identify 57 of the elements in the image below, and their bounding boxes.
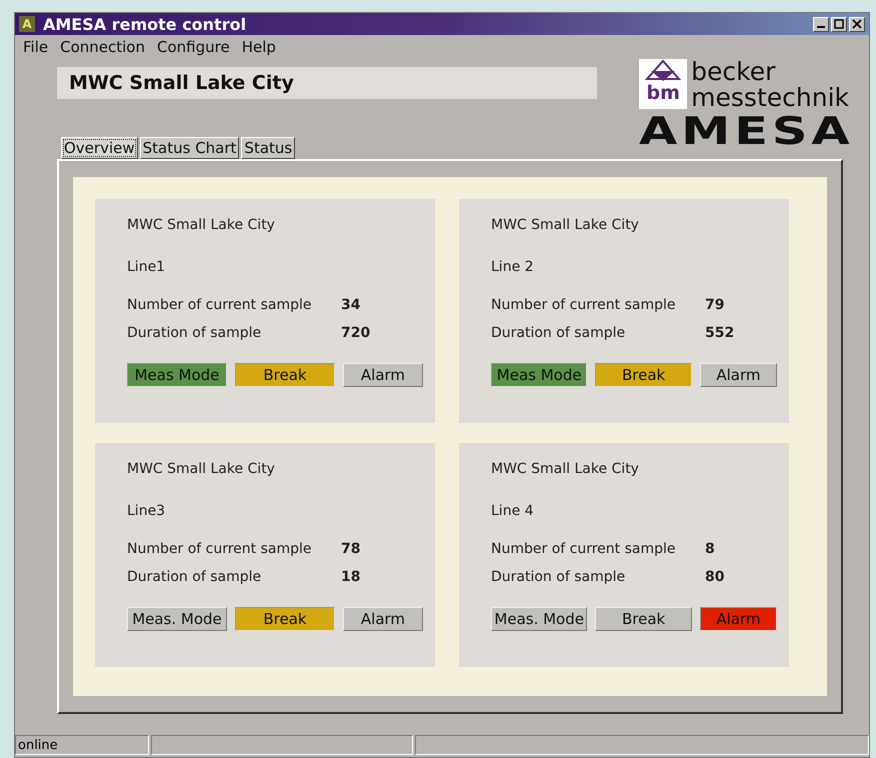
line-label: Line1 bbox=[127, 259, 166, 275]
field-label: Duration of sample bbox=[491, 569, 626, 585]
tab[interactable]: Status bbox=[241, 137, 296, 159]
field-label: Duration of sample bbox=[491, 325, 626, 341]
tab[interactable]: Status Chart bbox=[140, 137, 240, 159]
status-indicator: Meas Mode bbox=[491, 363, 588, 387]
status-indicator: Alarm bbox=[342, 607, 423, 631]
menu-item[interactable]: Help bbox=[242, 38, 276, 56]
line-label: Line 4 bbox=[491, 503, 535, 519]
field-value: 8 bbox=[705, 541, 716, 557]
close-button[interactable] bbox=[849, 16, 865, 32]
status-text: online bbox=[15, 735, 149, 755]
logo-mark: bm bbox=[639, 59, 688, 109]
menu-item[interactable]: Configure bbox=[156, 38, 230, 56]
field-label: Number of current sample bbox=[127, 541, 312, 557]
status-indicator: Break bbox=[234, 363, 335, 387]
field-value: 78 bbox=[341, 541, 362, 557]
status-indicator: Alarm bbox=[700, 607, 777, 631]
window-title: AMESA remote control bbox=[43, 14, 248, 34]
field-label: Duration of sample bbox=[127, 569, 262, 585]
status-indicator: Break bbox=[595, 607, 692, 631]
status-indicator: Break bbox=[234, 607, 335, 631]
field-value: 552 bbox=[705, 325, 736, 341]
status-indicator: Alarm bbox=[700, 363, 777, 387]
site-name-field: MWC Small Lake City bbox=[57, 67, 597, 99]
maximize-icon bbox=[834, 19, 844, 29]
status-indicator: Break bbox=[595, 363, 692, 387]
menu-item[interactable]: File bbox=[23, 38, 48, 56]
status-indicator: Meas Mode bbox=[127, 363, 227, 387]
tab[interactable]: Overview bbox=[61, 137, 138, 159]
product-logo: AMESA bbox=[639, 113, 854, 149]
minimize-icon bbox=[817, 26, 825, 28]
field-label: Number of current sample bbox=[127, 297, 312, 313]
field-value: 79 bbox=[705, 297, 726, 313]
app-icon: A bbox=[19, 16, 35, 32]
field-value: 18 bbox=[341, 569, 362, 585]
minimize-button[interactable] bbox=[813, 16, 829, 32]
field-label: Number of current sample bbox=[491, 541, 676, 557]
menu-item[interactable]: Connection bbox=[60, 38, 145, 56]
site-label: MWC Small Lake City bbox=[127, 461, 276, 477]
field-value: 34 bbox=[341, 297, 362, 313]
field-label: Number of current sample bbox=[491, 297, 676, 313]
site-label: MWC Small Lake City bbox=[127, 217, 276, 233]
close-icon bbox=[852, 19, 862, 29]
logo-text: becker bbox=[691, 59, 776, 85]
site-label: MWC Small Lake City bbox=[491, 461, 640, 477]
status-indicator: Alarm bbox=[342, 363, 423, 387]
line-label: Line 2 bbox=[491, 259, 535, 275]
line-label: Line3 bbox=[127, 503, 166, 519]
site-label: MWC Small Lake City bbox=[491, 217, 640, 233]
status-indicator: Meas. Mode bbox=[127, 607, 227, 631]
field-value: 80 bbox=[705, 569, 726, 585]
field-label: Duration of sample bbox=[127, 325, 262, 341]
field-value: 720 bbox=[341, 325, 372, 341]
logo-text: messtechnik bbox=[691, 85, 849, 111]
maximize-button[interactable] bbox=[831, 16, 847, 32]
status-indicator: Meas. Mode bbox=[491, 607, 588, 631]
